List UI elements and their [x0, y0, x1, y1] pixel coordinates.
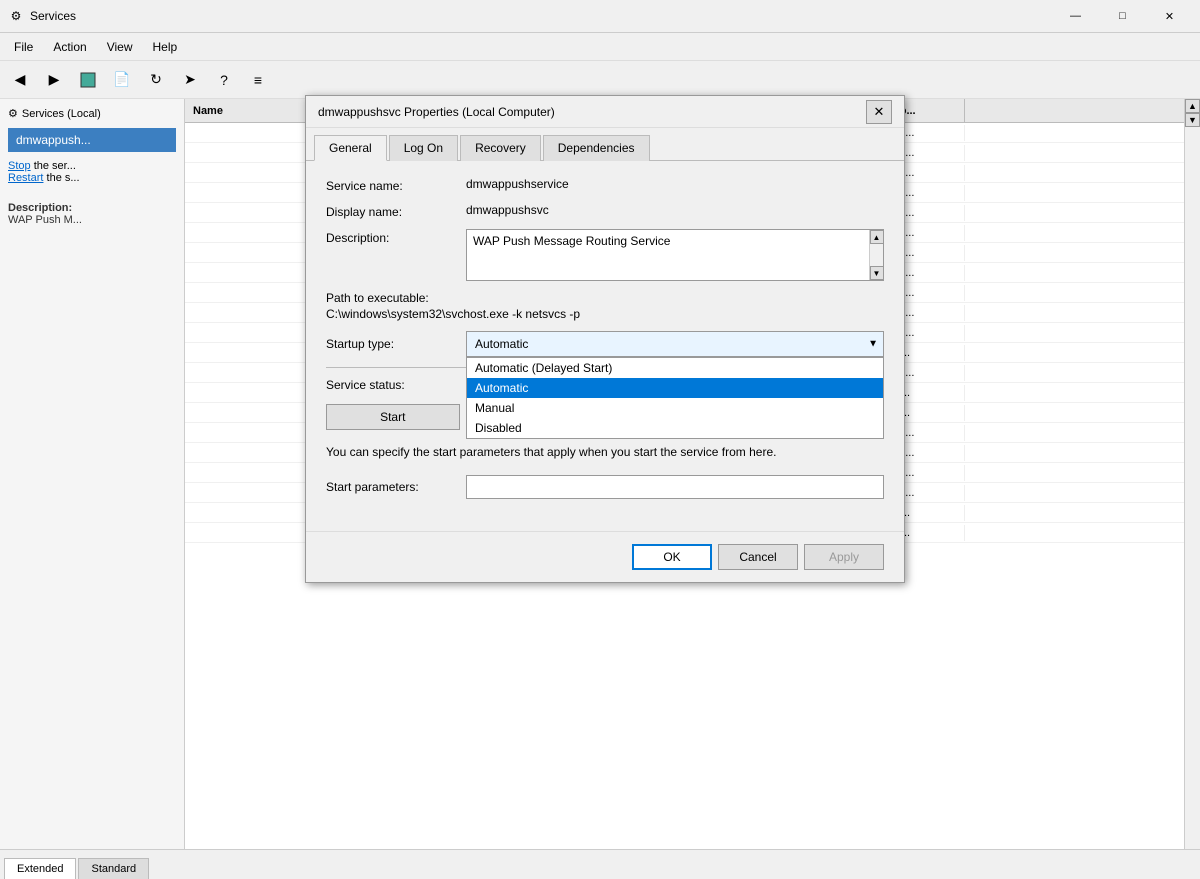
path-section: Path to executable: C:\windows\system32\… [326, 291, 884, 321]
startup-type-value: Automatic [475, 337, 528, 351]
desc-scroll-down[interactable]: ▼ [870, 266, 884, 280]
startup-type-dropdown[interactable]: Automatic ▼ Automatic (Delayed Start) Au… [466, 331, 884, 357]
description-label: Description: [326, 229, 466, 245]
start-params-label: Start parameters: [326, 480, 466, 494]
start-params-input[interactable] [466, 475, 884, 499]
minimize-button[interactable]: — [1053, 2, 1098, 31]
close-button[interactable]: ✕ [1147, 2, 1192, 31]
stop-description: the ser... [31, 160, 76, 172]
startup-type-label: Startup type: [326, 337, 466, 351]
left-panel-desc: Description: WAP Push M... [8, 202, 176, 226]
apply-button[interactable]: Apply [804, 544, 884, 570]
restart-description: the s... [43, 172, 79, 184]
display-name-row: Display name: dmwappushsvc [326, 203, 884, 219]
service-name-value: dmwappushservice [466, 177, 884, 191]
toolbar-export[interactable]: 📄 [106, 64, 138, 96]
toolbar-properties[interactable]: ≡ [242, 64, 274, 96]
panel-service-name: dmwappush... [8, 128, 176, 152]
service-status-label: Service status: [326, 378, 466, 392]
startup-type-selected[interactable]: Automatic [466, 331, 884, 357]
path-value: C:\windows\system32\svchost.exe -k netsv… [326, 307, 884, 321]
desc-scrollbar: ▲ ▼ [869, 230, 883, 280]
dropdown-list[interactable]: Automatic (Delayed Start) Automatic Manu… [466, 357, 884, 439]
menu-bar: File Action View Help [0, 33, 1200, 61]
left-panel: ⚙ Services (Local) dmwappush... Stop the… [0, 99, 185, 849]
left-panel-title: ⚙ Services (Local) [8, 107, 176, 120]
dialog-tab-dependencies[interactable]: Dependencies [543, 135, 650, 161]
app-icon: ⚙ [8, 8, 24, 24]
properties-dialog[interactable]: dmwappushsvc Properties (Local Computer)… [305, 95, 905, 583]
startup-type-row: Startup type: Automatic ▼ Automatic (Del… [326, 331, 884, 357]
toolbar: ◀ ▶ 📄 ↻ ➤ ? ≡ [0, 61, 1200, 99]
desc-text: WAP Push M... [8, 214, 82, 226]
service-name-label: Service name: [326, 177, 466, 193]
info-text: You can specify the start parameters tha… [326, 444, 884, 461]
start-params-row: Start parameters: [326, 475, 884, 499]
dialog-content: Service name: dmwappushservice Display n… [306, 161, 904, 531]
restart-link[interactable]: Restart [8, 172, 43, 184]
option-disabled[interactable]: Disabled [467, 418, 883, 438]
toolbar-show-hide[interactable] [72, 64, 104, 96]
dialog-tab-recovery[interactable]: Recovery [460, 135, 541, 161]
dialog-tab-logon[interactable]: Log On [389, 135, 458, 161]
window-controls: — □ ✕ [1053, 2, 1192, 31]
start-button[interactable]: Start [326, 404, 460, 430]
service-name-row: Service name: dmwappushservice [326, 177, 884, 193]
menu-file[interactable]: File [4, 36, 43, 58]
menu-view[interactable]: View [97, 36, 143, 58]
scroll-up-btn[interactable]: ▲ [1185, 99, 1200, 113]
bottom-tabs: Extended Standard [0, 849, 1200, 879]
service-name-text: dmwappush... [16, 133, 91, 147]
dialog-title-bar: dmwappushsvc Properties (Local Computer)… [306, 96, 904, 128]
toolbar-refresh[interactable]: ↻ [140, 64, 172, 96]
dialog-title: dmwappushsvc Properties (Local Computer) [318, 105, 866, 119]
dialog-tabs: General Log On Recovery Dependencies [306, 128, 904, 161]
ok-button[interactable]: OK [632, 544, 712, 570]
description-value: WAP Push Message Routing Service [473, 234, 877, 248]
menu-action[interactable]: Action [43, 36, 96, 58]
desc-label: Description: [8, 202, 72, 214]
dialog-close-button[interactable]: ✕ [866, 100, 892, 124]
scrollbar-right[interactable]: ▲ ▼ [1184, 99, 1200, 849]
title-bar: ⚙ Services — □ ✕ [0, 0, 1200, 33]
cancel-button[interactable]: Cancel [718, 544, 798, 570]
left-panel-label: Services (Local) [22, 108, 101, 120]
app-title: Services [30, 9, 1053, 23]
maximize-button[interactable]: □ [1100, 2, 1145, 31]
description-box: WAP Push Message Routing Service ▲ ▼ [466, 229, 884, 281]
option-delayed-start[interactable]: Automatic (Delayed Start) [467, 358, 883, 378]
stop-link[interactable]: Stop [8, 160, 31, 172]
option-automatic[interactable]: Automatic [467, 378, 883, 398]
left-panel-icon: ⚙ [8, 107, 18, 120]
description-row: Description: WAP Push Message Routing Se… [326, 229, 884, 281]
tab-standard[interactable]: Standard [78, 858, 149, 879]
toolbar-back[interactable]: ◀ [4, 64, 36, 96]
toolbar-forward[interactable]: ▶ [38, 64, 70, 96]
tab-extended[interactable]: Extended [4, 858, 76, 879]
option-manual[interactable]: Manual [467, 398, 883, 418]
scroll-down-btn[interactable]: ▼ [1185, 113, 1200, 127]
toolbar-help[interactable]: ? [208, 64, 240, 96]
dialog-tab-general[interactable]: General [314, 135, 387, 161]
menu-help[interactable]: Help [143, 36, 188, 58]
toolbar-action[interactable]: ➤ [174, 64, 206, 96]
desc-scroll-up[interactable]: ▲ [870, 230, 884, 244]
dialog-action-buttons: OK Cancel Apply [306, 531, 904, 582]
display-name-label: Display name: [326, 203, 466, 219]
display-name-value: dmwappushsvc [466, 203, 884, 217]
path-label: Path to executable: [326, 291, 884, 305]
